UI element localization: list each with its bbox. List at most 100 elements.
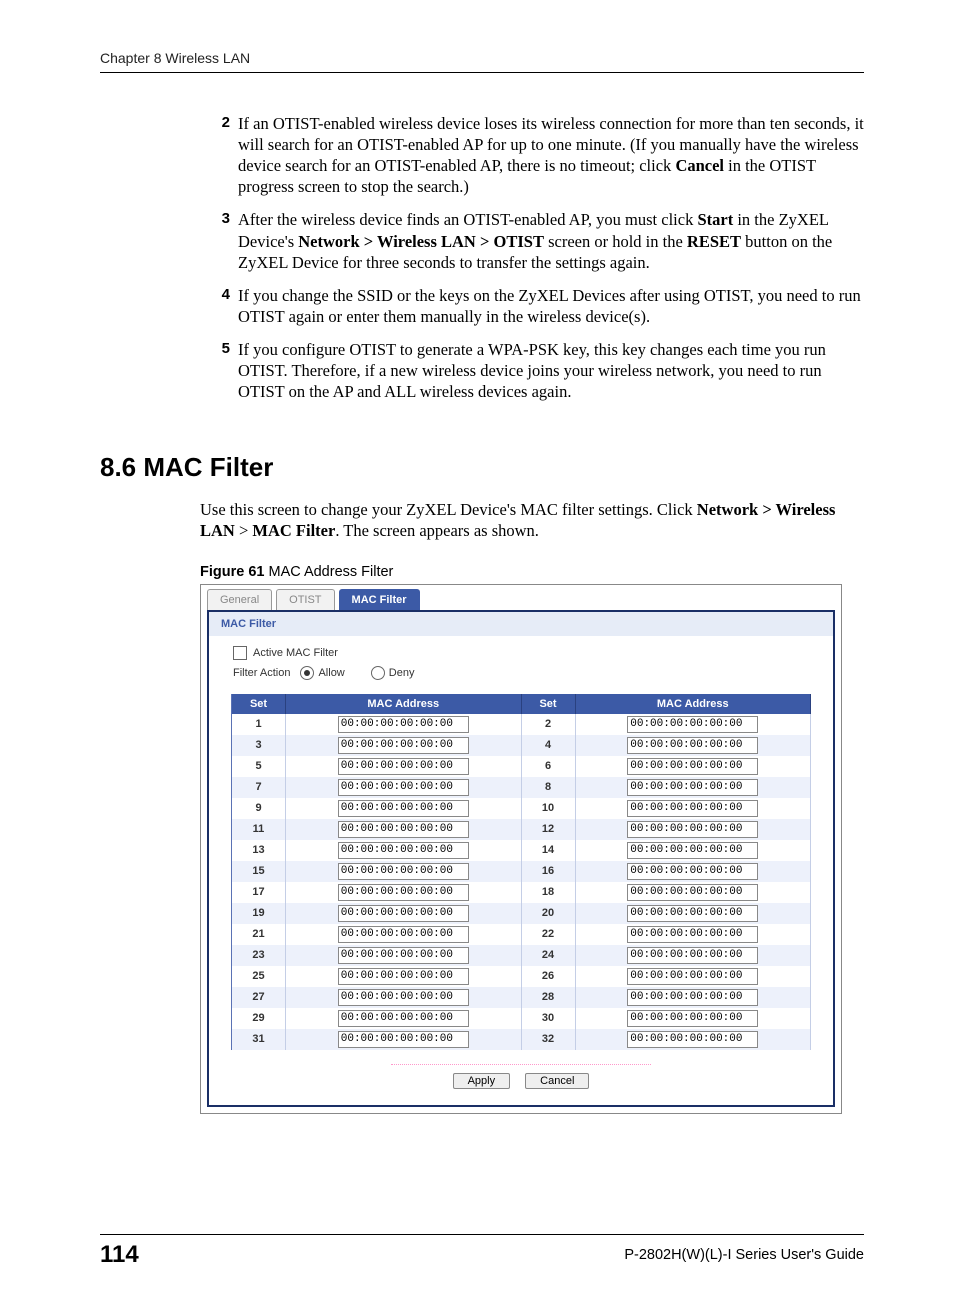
panel: MAC Filter Active MAC Filter Filter Acti…: [207, 610, 835, 1107]
mac-address-input[interactable]: [338, 884, 469, 901]
mac-cell: [286, 1008, 522, 1029]
set-number: 18: [522, 882, 576, 903]
list-item-4: If you change the SSID or the keys on th…: [238, 285, 864, 327]
allow-label: Allow: [318, 667, 344, 679]
set-number: 4: [522, 735, 576, 756]
list-number: 5: [210, 339, 230, 402]
mac-address-input[interactable]: [627, 989, 758, 1006]
mac-cell: [576, 861, 812, 882]
page-number: 114: [100, 1241, 139, 1269]
mac-address-input[interactable]: [338, 758, 469, 775]
mac-address-input[interactable]: [627, 863, 758, 880]
separator: [391, 1064, 651, 1065]
mac-address-input[interactable]: [627, 1010, 758, 1027]
tab-general[interactable]: General: [207, 589, 272, 610]
mac-cell: [286, 966, 522, 987]
apply-button[interactable]: Apply: [453, 1073, 511, 1089]
mac-address-input[interactable]: [338, 989, 469, 1006]
mac-address-input[interactable]: [627, 821, 758, 838]
mac-cell: [576, 987, 812, 1008]
screenshot-panel: General OTIST MAC Filter MAC Filter Acti…: [200, 584, 842, 1114]
mac-address-input[interactable]: [338, 716, 469, 733]
mac-cell: [286, 882, 522, 903]
list-item-3: After the wireless device finds an OTIST…: [238, 209, 864, 272]
set-number: 29: [232, 1008, 286, 1029]
mac-address-input[interactable]: [338, 863, 469, 880]
mac-address-input[interactable]: [627, 716, 758, 733]
mac-table: Set MAC Address Set MAC Address 12345678…: [231, 694, 811, 1050]
list-number: 2: [210, 113, 230, 197]
mac-cell: [576, 777, 812, 798]
set-number: 20: [522, 903, 576, 924]
mac-address-input[interactable]: [627, 758, 758, 775]
mac-address-input[interactable]: [627, 968, 758, 985]
mac-address-input[interactable]: [627, 737, 758, 754]
list-number: 4: [210, 285, 230, 327]
th-mac: MAC Address: [286, 694, 522, 714]
deny-label: Deny: [389, 667, 415, 679]
mac-address-input[interactable]: [627, 884, 758, 901]
active-mac-filter-checkbox[interactable]: [233, 646, 247, 660]
mac-address-input[interactable]: [627, 842, 758, 859]
mac-cell: [576, 903, 812, 924]
set-number: 21: [232, 924, 286, 945]
figure-title: MAC Address Filter: [264, 564, 393, 580]
mac-address-input[interactable]: [627, 926, 758, 943]
mac-address-input[interactable]: [627, 779, 758, 796]
chapter-header: Chapter 8 Wireless LAN: [100, 50, 864, 73]
set-number: 10: [522, 798, 576, 819]
mac-address-input[interactable]: [338, 779, 469, 796]
mac-cell: [286, 861, 522, 882]
list-item-5: If you configure OTIST to generate a WPA…: [238, 339, 864, 402]
set-number: 11: [232, 819, 286, 840]
set-number: 30: [522, 1008, 576, 1029]
mac-address-input[interactable]: [627, 947, 758, 964]
mac-address-input[interactable]: [338, 968, 469, 985]
mac-cell: [286, 987, 522, 1008]
mac-cell: [576, 924, 812, 945]
bold-text: RESET: [687, 232, 741, 251]
mac-cell: [576, 966, 812, 987]
set-number: 9: [232, 798, 286, 819]
mac-address-input[interactable]: [338, 905, 469, 922]
tab-mac-filter[interactable]: MAC Filter: [339, 589, 420, 610]
set-number: 17: [232, 882, 286, 903]
mac-address-input[interactable]: [338, 1010, 469, 1027]
th-mac: MAC Address: [576, 694, 812, 714]
set-number: 26: [522, 966, 576, 987]
filter-action-allow-radio[interactable]: [300, 666, 314, 680]
mac-cell: [286, 1029, 522, 1050]
mac-address-input[interactable]: [627, 905, 758, 922]
mac-address-input[interactable]: [338, 1031, 469, 1048]
mac-address-input[interactable]: [627, 800, 758, 817]
set-number: 7: [232, 777, 286, 798]
tab-bar: General OTIST MAC Filter: [201, 585, 841, 610]
numbered-list: 2 If an OTIST-enabled wireless device lo…: [210, 113, 864, 402]
set-number: 32: [522, 1029, 576, 1050]
mac-address-input[interactable]: [338, 821, 469, 838]
set-number: 8: [522, 777, 576, 798]
mac-address-input[interactable]: [627, 1031, 758, 1048]
figure-label: Figure 61: [200, 564, 264, 580]
list-number: 3: [210, 209, 230, 272]
th-set: Set: [232, 694, 286, 714]
mac-cell: [576, 798, 812, 819]
mac-cell: [286, 840, 522, 861]
mac-address-input[interactable]: [338, 947, 469, 964]
text: . The screen appears as shown.: [335, 521, 539, 540]
cancel-button[interactable]: Cancel: [525, 1073, 589, 1089]
bold-text: Start: [697, 210, 733, 229]
mac-address-input[interactable]: [338, 842, 469, 859]
filter-action-deny-radio[interactable]: [371, 666, 385, 680]
mac-cell: [576, 1008, 812, 1029]
text: After the wireless device finds an OTIST…: [238, 210, 697, 229]
mac-address-input[interactable]: [338, 926, 469, 943]
mac-address-input[interactable]: [338, 737, 469, 754]
set-number: 16: [522, 861, 576, 882]
mac-address-input[interactable]: [338, 800, 469, 817]
set-number: 1: [232, 714, 286, 735]
bold-text: Cancel: [675, 156, 724, 175]
set-number: 13: [232, 840, 286, 861]
figure-caption: Figure 61 MAC Address Filter: [200, 564, 864, 580]
tab-otist[interactable]: OTIST: [276, 589, 334, 610]
